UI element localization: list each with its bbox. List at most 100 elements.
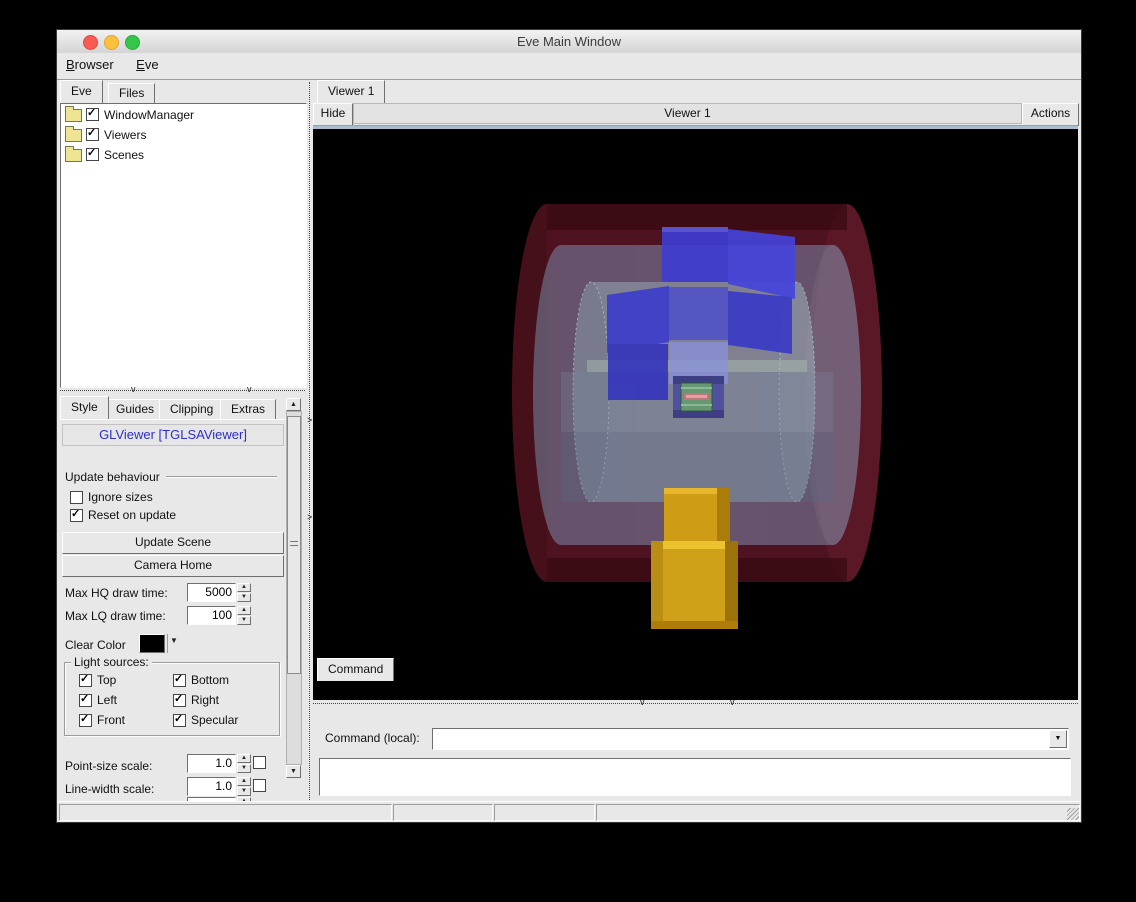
line-width-value[interactable]: 1.0 [187, 777, 236, 796]
light-left-row: ✓ Left [79, 693, 117, 707]
update-behaviour-label: Update behaviour [65, 470, 160, 484]
command-combobox[interactable]: ▼ [432, 728, 1069, 750]
reset-on-update-label: Reset on update [88, 508, 176, 522]
resize-grip[interactable] [1067, 808, 1079, 820]
spin-up-button[interactable]: ▲ [237, 777, 251, 786]
light-bottom-row: ✓ Bottom [173, 673, 229, 687]
light-right-checkbox[interactable]: ✓ [173, 694, 186, 707]
spin-down-button[interactable]: ▼ [237, 787, 251, 796]
window-title: Eve Main Window [57, 30, 1081, 53]
spin-down-button[interactable]: ▼ [237, 764, 251, 773]
tab-extras[interactable]: Extras [220, 399, 276, 419]
menu-bar: Browser Eve [57, 53, 1081, 80]
gl-viewport[interactable] [313, 129, 1078, 700]
clear-color-dropdown-arrow[interactable]: ▼ [170, 636, 178, 645]
spin-down-button[interactable]: ▼ [237, 616, 251, 625]
eve-tree-panel: ✓ WindowManager ✓ Viewers ✓ Scenes [60, 103, 307, 388]
light-front-checkbox[interactable]: ✓ [79, 714, 92, 727]
tree-checkbox[interactable]: ✓ [86, 148, 99, 161]
reset-on-update-checkbox[interactable]: ✓ [70, 509, 83, 522]
line-width-checkbox[interactable] [253, 779, 266, 792]
clear-color-label: Clear Color [65, 635, 126, 654]
light-bottom-label: Bottom [191, 673, 229, 687]
tree-item-label: Scenes [104, 148, 144, 162]
clear-color-swatch[interactable] [139, 634, 165, 653]
minimize-window-button[interactable] [104, 35, 119, 50]
command-output-area[interactable] [319, 758, 1071, 796]
hide-button[interactable]: Hide [313, 103, 353, 126]
light-specular-checkbox[interactable]: ✓ [173, 714, 186, 727]
light-specular-row: ✓ Specular [173, 713, 238, 727]
point-size-checkbox[interactable] [253, 756, 266, 769]
scroll-down-button[interactable]: ▼ [286, 765, 301, 778]
viewer-area: Viewer 1 Hide Viewer 1 Actions [313, 80, 1078, 800]
command-horizontal-splitter[interactable]: v v [313, 703, 1078, 709]
check-icon: ✓ [80, 692, 89, 705]
check-icon: ✓ [174, 672, 183, 685]
light-right-label: Right [191, 693, 219, 707]
divider [167, 634, 168, 653]
light-top-row: ✓ Top [79, 673, 116, 687]
tab-files[interactable]: Files [108, 83, 155, 103]
gl-style-panel: Style Guides Clipping Extras GLViewer [T… [60, 396, 305, 800]
spin-down-button[interactable]: ▼ [237, 593, 251, 602]
viewer-title[interactable]: Viewer 1 [353, 103, 1022, 124]
point-size-spinner: 1.0 ▲▼ [187, 754, 251, 772]
check-icon: ✓ [80, 712, 89, 725]
light-top-checkbox[interactable]: ✓ [79, 674, 92, 687]
combo-dropdown-arrow[interactable]: ▼ [1049, 730, 1067, 748]
tab-style[interactable]: Style [60, 396, 109, 419]
max-hq-spinner: 5000 ▲▼ [187, 583, 251, 601]
command-input[interactable] [433, 729, 1055, 747]
check-icon: ✓ [174, 712, 183, 725]
check-icon: ✓ [174, 692, 183, 705]
chevron-down-icon: v [640, 699, 645, 705]
scroll-up-button[interactable]: ▲ [286, 398, 301, 411]
menu-eve[interactable]: Eve [127, 53, 167, 72]
actions-button[interactable]: Actions [1022, 103, 1079, 126]
tree-item-viewers[interactable]: ✓ Viewers [61, 124, 306, 144]
tab-guides[interactable]: Guides [105, 399, 165, 419]
eve-main-window: Eve Main Window Browser Eve Eve Files ✓ … [57, 30, 1081, 822]
glviewer-caption[interactable]: GLViewer [TGLSAViewer] [62, 424, 284, 446]
max-hq-label: Max HQ draw time: [65, 583, 168, 602]
tree-checkbox[interactable]: ✓ [86, 128, 99, 141]
max-lq-value[interactable]: 100 [187, 606, 236, 625]
tab-viewer-1[interactable]: Viewer 1 [317, 80, 385, 103]
light-left-checkbox[interactable]: ✓ [79, 694, 92, 707]
status-segment [393, 804, 493, 821]
close-window-button[interactable] [83, 35, 98, 50]
detector-3d-scene [313, 129, 1078, 700]
tree-item-windowmanager[interactable]: ✓ WindowManager [61, 104, 306, 124]
spin-up-button[interactable]: ▲ [237, 583, 251, 592]
max-lq-spinner: 100 ▲▼ [187, 606, 251, 624]
style-vertical-scrollbar[interactable] [286, 411, 302, 765]
camera-home-button[interactable]: Camera Home [62, 555, 284, 577]
scrollbar-thumb[interactable] [287, 416, 301, 674]
zoom-window-button[interactable] [125, 35, 140, 50]
chevron-down-icon: v [247, 386, 252, 392]
spin-up-button[interactable]: ▲ [237, 754, 251, 763]
spin-up-button[interactable]: ▲ [237, 606, 251, 615]
menu-browser[interactable]: Browser [57, 53, 123, 72]
ignore-sizes-checkbox[interactable] [70, 491, 83, 504]
light-bottom-checkbox[interactable]: ✓ [173, 674, 186, 687]
folder-icon [65, 129, 82, 142]
tree-item-scenes[interactable]: ✓ Scenes [61, 144, 306, 164]
tab-command[interactable]: Command [317, 658, 394, 681]
ignore-sizes-label: Ignore sizes [88, 490, 153, 504]
viewer-toolbar: Hide Viewer 1 Actions [313, 103, 1078, 125]
tab-eve[interactable]: Eve [60, 80, 103, 103]
viewer-tabrow: Viewer 1 [313, 80, 1078, 103]
max-hq-value[interactable]: 5000 [187, 583, 236, 602]
tree-checkbox[interactable]: ✓ [86, 108, 99, 121]
check-icon: ✓ [87, 126, 96, 139]
max-lq-label: Max LQ draw time: [65, 606, 166, 625]
status-bar [57, 801, 1081, 822]
update-scene-button[interactable]: Update Scene [62, 532, 284, 554]
point-size-value[interactable]: 1.0 [187, 754, 236, 773]
title-bar[interactable]: Eve Main Window [57, 30, 1081, 54]
style-tabrow: Style Guides Clipping Extras [60, 396, 305, 419]
tab-clipping[interactable]: Clipping [159, 399, 224, 419]
light-specular-label: Specular [191, 713, 238, 727]
